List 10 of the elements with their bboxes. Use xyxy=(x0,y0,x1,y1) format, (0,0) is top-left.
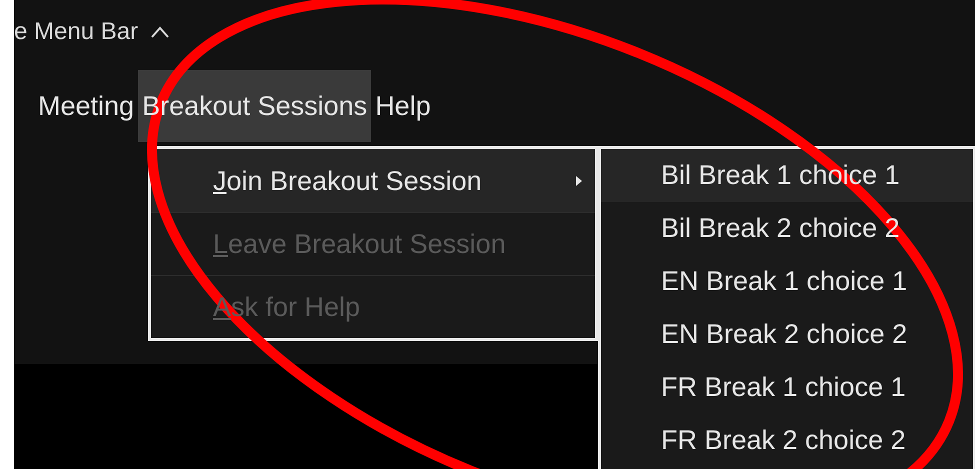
submenu-item[interactable]: FR Break 1 chioce 1 xyxy=(601,361,973,414)
submenu-item[interactable]: FR Break 2 choice 2 xyxy=(601,414,973,467)
submenu-arrow-icon xyxy=(575,175,583,187)
menu-item[interactable]: Join Breakout Session xyxy=(151,149,595,212)
toolbar-label: e Menu Bar xyxy=(14,18,138,46)
caret-up-icon[interactable] xyxy=(150,26,170,38)
menu-bar-item[interactable]: Help xyxy=(371,70,435,142)
submenu-item[interactable]: EN Break 1 choice 1 xyxy=(601,255,973,308)
submenu-item[interactable]: EN Break 2 choice 2 xyxy=(601,308,973,361)
menu-bar-item[interactable]: Meeting xyxy=(34,70,138,142)
